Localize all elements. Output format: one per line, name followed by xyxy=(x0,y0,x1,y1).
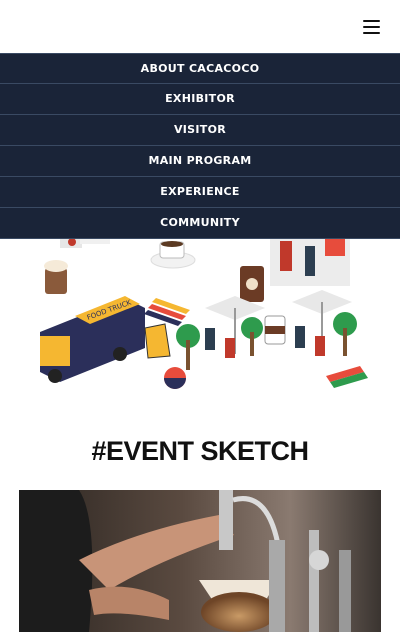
nav-item-about[interactable]: ABOUT CACACOCO xyxy=(0,53,400,84)
illustration-wheel xyxy=(48,369,62,383)
illustration-beanbag-shade xyxy=(164,378,186,389)
illustration-customer xyxy=(305,246,315,276)
photo-glass-ware xyxy=(309,550,329,570)
photo-coffee-brew xyxy=(201,592,277,632)
menu-line xyxy=(363,26,380,28)
menu-line xyxy=(363,32,380,34)
illustration-palm-trunk xyxy=(250,332,254,356)
illustration-menu-board xyxy=(144,323,171,359)
illustration-palm-trunk xyxy=(186,340,190,370)
nav-item-visitor[interactable]: VISITOR xyxy=(0,115,400,146)
illustration-person xyxy=(68,238,76,246)
photo-brew-stand xyxy=(309,530,319,632)
illustration-person xyxy=(295,326,305,348)
illustration-coffee xyxy=(161,241,183,247)
main-navigation: ABOUT CACACOCO EXHIBITOR VISITOR MAIN PR… xyxy=(0,53,400,239)
illustration-palm-trunk xyxy=(343,328,347,356)
event-illustration: FOOD TRUCK xyxy=(40,236,368,389)
illustration-barista xyxy=(280,241,292,271)
illustration-person xyxy=(315,336,325,356)
illustration-wheel xyxy=(113,347,127,361)
photo-brew-stand xyxy=(339,550,351,632)
illustration-person xyxy=(225,338,235,358)
illustration-bag-logo xyxy=(246,278,258,290)
nav-item-experience[interactable]: EXPERIENCE xyxy=(0,177,400,208)
photo-brew-stand xyxy=(269,540,285,632)
illustration-person xyxy=(205,328,215,350)
photo-kettle xyxy=(219,490,233,550)
nav-item-community[interactable]: COMMUNITY xyxy=(0,208,400,239)
illustration-whipped-cream xyxy=(44,260,68,272)
illustration-cup-sleeve xyxy=(265,326,285,334)
nav-item-exhibitor[interactable]: EXHIBITOR xyxy=(0,84,400,115)
illustration-sign xyxy=(325,236,345,256)
menu-line xyxy=(363,20,380,22)
event-photo xyxy=(19,490,381,632)
section-title: #EVENT SKETCH xyxy=(91,436,309,466)
top-header xyxy=(0,0,400,54)
illustration-truck-cab xyxy=(40,336,70,366)
hamburger-menu-icon[interactable] xyxy=(363,20,380,35)
nav-item-main-program[interactable]: MAIN PROGRAM xyxy=(0,146,400,177)
